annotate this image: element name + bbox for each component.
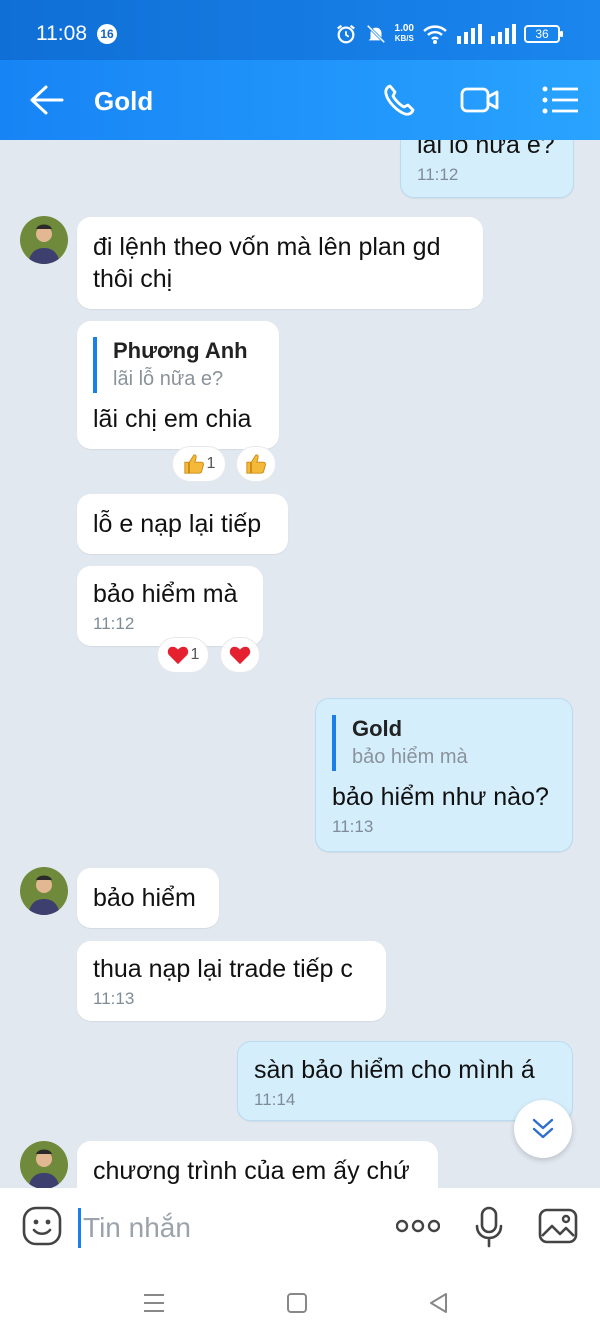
heart-icon [167, 646, 188, 665]
message-bubble[interactable]: lỗ e nạp lại tiếp [77, 494, 288, 554]
battery-icon: 36 [524, 25, 563, 43]
message-time: 11:13 [332, 817, 374, 836]
mute-bell-icon [366, 24, 385, 44]
message-time: 11:14 [254, 1090, 296, 1109]
video-call-icon[interactable] [460, 80, 500, 120]
wifi-icon [423, 25, 447, 44]
reaction-summary[interactable]: 1 [157, 637, 209, 673]
message-time: 11:12 [417, 165, 459, 184]
message-composer [0, 1188, 600, 1340]
message-time: 11:12 [93, 614, 135, 633]
more-icon[interactable] [396, 1216, 440, 1236]
message-list[interactable]: lãi lỗ nữa e? 11:12 đi lệnh theo vốn mà … [0, 140, 600, 1188]
reaction-summary[interactable]: 1 [172, 446, 226, 482]
chat-title[interactable]: Gold [94, 86, 153, 117]
add-reaction-button[interactable] [220, 637, 260, 673]
avatar[interactable] [20, 1141, 68, 1188]
quote-block[interactable]: Phương Anh lãi lỗ nữa e? [93, 337, 263, 393]
quote-block[interactable]: Gold bảo hiểm mà [332, 715, 556, 771]
network-speed: 1.00 KB/S [394, 23, 414, 44]
avatar[interactable] [20, 867, 68, 915]
back-icon[interactable] [428, 1292, 450, 1314]
quoted-message-bubble[interactable]: Phương Anh lãi lỗ nữa e? lãi chị em chia [77, 321, 279, 449]
signal-icon-1 [457, 24, 482, 44]
notification-count-badge: 16 [97, 24, 117, 44]
emoji-icon[interactable] [22, 1206, 62, 1246]
message-bubble[interactable]: bảo hiểm [77, 868, 219, 928]
quote-author: Phương Anh [113, 338, 248, 363]
reaction-count: 1 [206, 455, 216, 472]
message-bubble[interactable]: chương trình của em ấy chứ [77, 1141, 438, 1188]
back-arrow-icon[interactable] [26, 82, 66, 118]
message-input[interactable] [78, 1208, 378, 1248]
home-icon[interactable] [286, 1292, 308, 1314]
message-bubble[interactable]: lãi lỗ nữa e? 11:12 [400, 140, 574, 198]
image-icon[interactable] [538, 1206, 578, 1246]
recent-apps-icon[interactable] [142, 1292, 166, 1314]
status-time: 11:08 [36, 22, 87, 45]
quote-author: Gold [352, 716, 403, 741]
avatar[interactable] [20, 216, 68, 264]
reaction-count: 1 [190, 646, 200, 663]
add-reaction-button[interactable] [236, 446, 276, 482]
menu-list-icon[interactable] [540, 80, 580, 120]
phone-icon[interactable] [380, 80, 420, 120]
chevron-double-down-icon [532, 1118, 554, 1139]
chat-header: Gold [0, 60, 600, 140]
message-bubble[interactable]: thua nạp lại trade tiếp c 11:13 [77, 941, 386, 1021]
alarm-icon [336, 24, 355, 44]
thumbs-up-icon [183, 454, 204, 474]
quote-text: lãi lỗ nữa e? [113, 368, 224, 390]
signal-icon-2 [491, 24, 516, 44]
message-time: 11:13 [93, 989, 135, 1008]
thumbs-up-icon [246, 454, 266, 474]
quoted-message-bubble[interactable]: Gold bảo hiểm mà bảo hiểm như nào? 11:13 [315, 698, 573, 852]
scroll-to-bottom-button[interactable] [514, 1100, 572, 1158]
microphone-icon[interactable] [474, 1206, 504, 1248]
message-bubble[interactable]: đi lệnh theo vốn mà lên plan gd thôi chị [77, 217, 483, 309]
message-bubble[interactable]: bảo hiểm mà 11:12 [77, 566, 263, 646]
heart-icon [229, 646, 251, 665]
status-bar: 11:08 16 1.00 KB/S 36 [0, 0, 600, 60]
quote-text: bảo hiểm mà [352, 746, 468, 768]
